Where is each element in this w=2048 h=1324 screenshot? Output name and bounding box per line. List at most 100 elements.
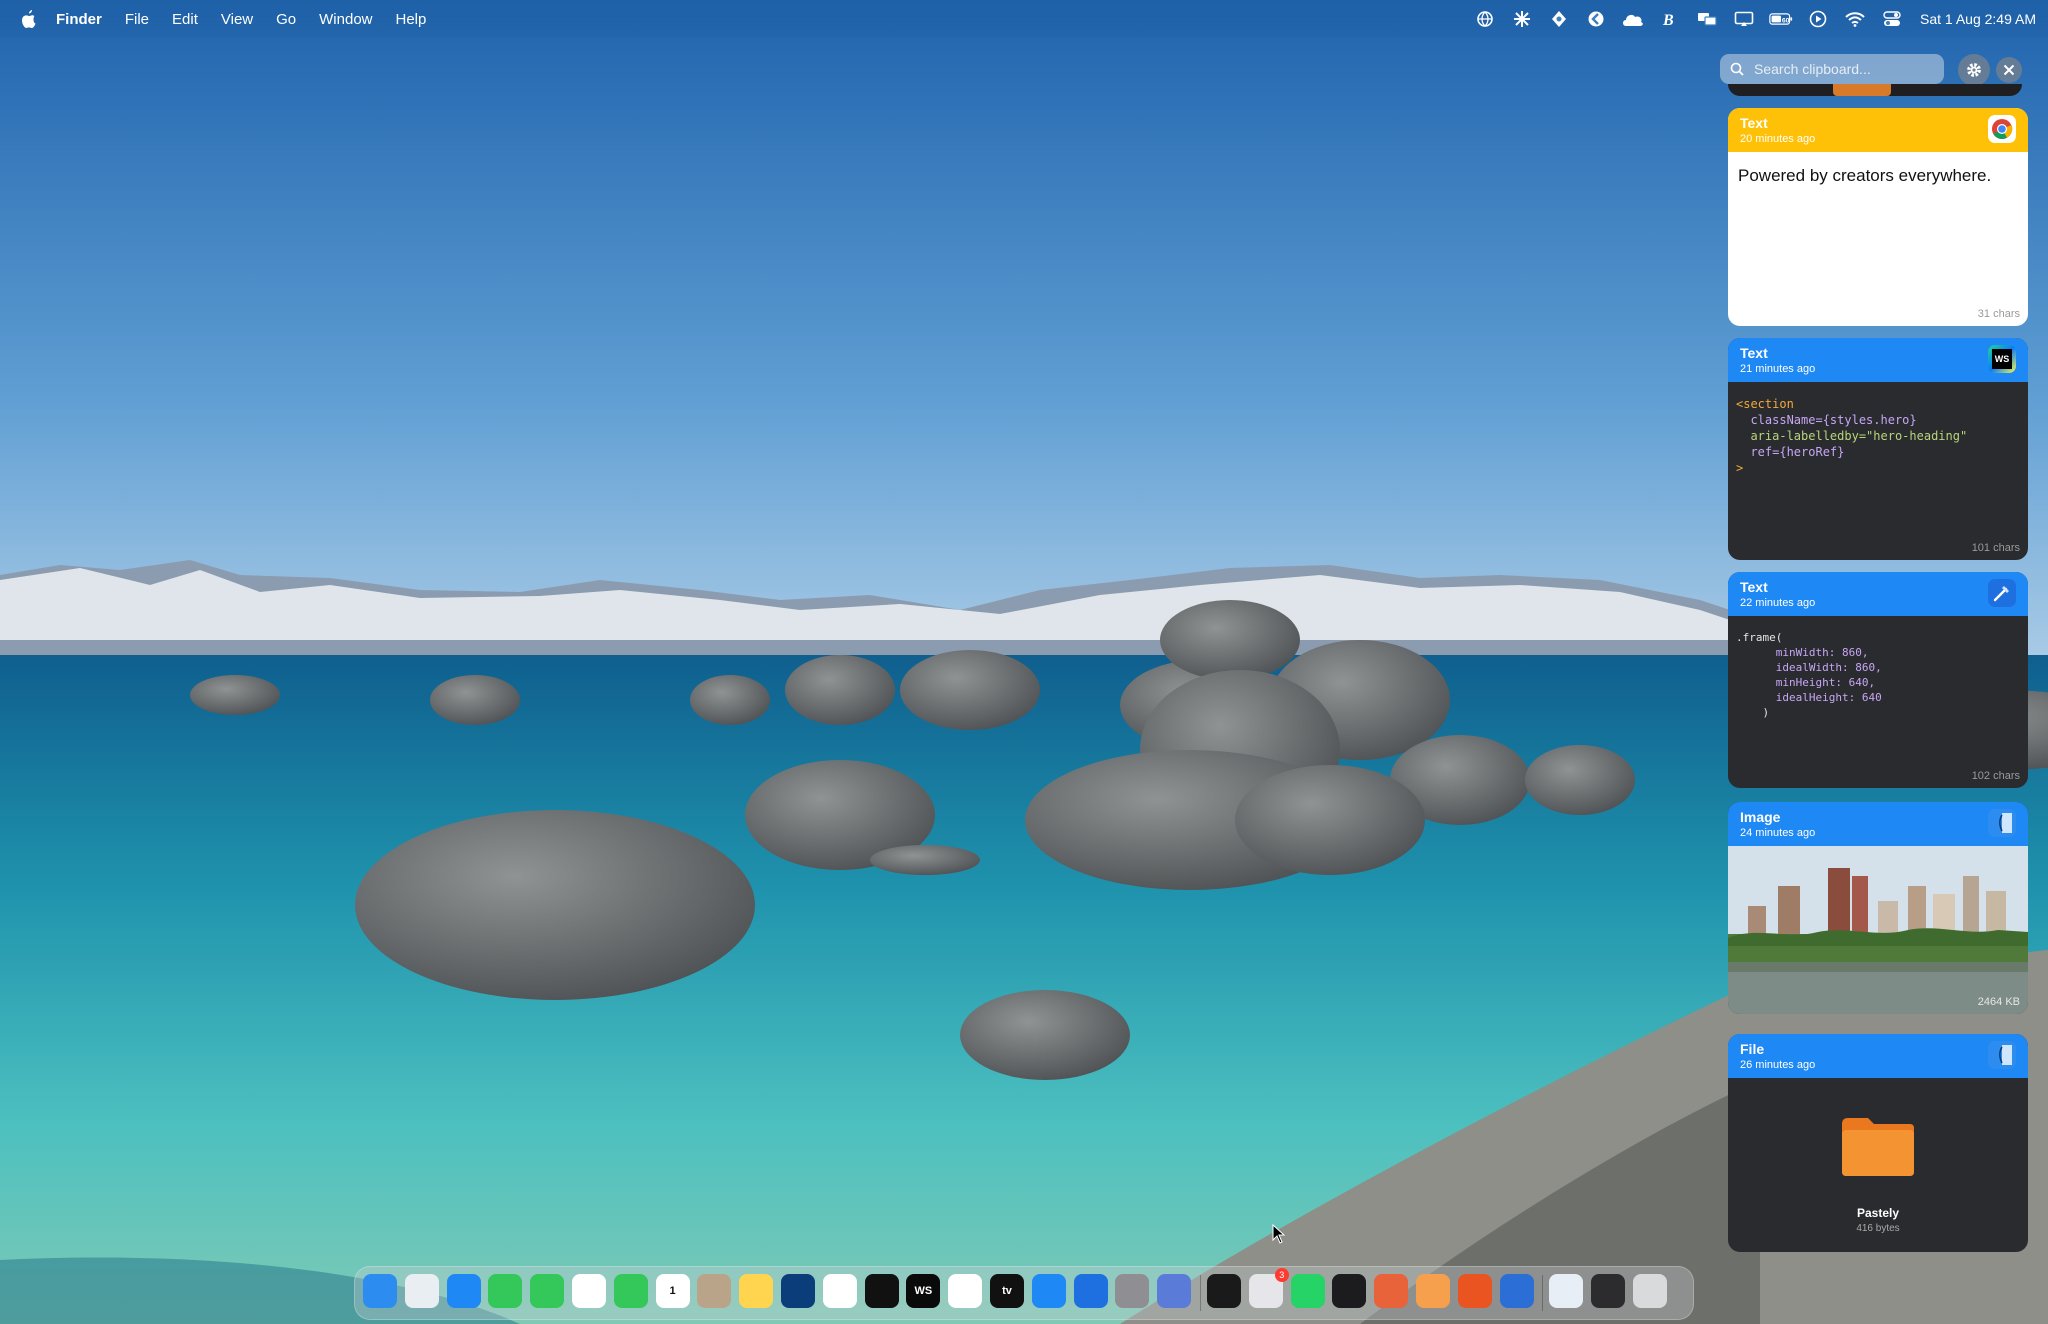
folder-icon [1842, 1118, 1914, 1176]
wifi-icon[interactable] [1843, 7, 1867, 31]
facetime-icon[interactable] [613, 1274, 648, 1308]
control-center-icon[interactable] [1880, 7, 1904, 31]
bartender-icon[interactable]: B [1658, 7, 1682, 31]
notification-badge: 3 [1274, 1268, 1289, 1282]
search-input[interactable] [1752, 60, 1926, 78]
cloud-icon[interactable] [1621, 7, 1645, 31]
card-header: File 26 minutes ago [1728, 1034, 2028, 1078]
safari-icon[interactable] [446, 1274, 481, 1308]
dock: 1 WS tv 3 [354, 1266, 1694, 1320]
menu-view[interactable]: View [221, 11, 253, 28]
search-icon [1730, 62, 1744, 76]
settings-icon[interactable] [1115, 1274, 1150, 1308]
window-manager-icon[interactable] [1591, 1274, 1626, 1308]
clipboard-item[interactable]: Text 20 minutes ago Powered by creators … [1728, 108, 2028, 326]
location-icon[interactable] [1547, 7, 1571, 31]
webstorm-icon[interactable]: WS [906, 1274, 941, 1308]
menu-file[interactable]: File [125, 11, 149, 28]
item-time: 24 minutes ago [1740, 827, 1816, 839]
claude-icon[interactable] [1374, 1274, 1409, 1308]
close-button[interactable] [1996, 57, 2022, 83]
globe-icon[interactable] [1473, 7, 1497, 31]
clipboard-item[interactable]: File 26 minutes ago Pastely 416 bytes [1728, 1034, 2028, 1252]
messages-icon[interactable] [530, 1274, 565, 1308]
cloudflare-icon[interactable] [1416, 1274, 1450, 1308]
menu-bar-clock[interactable]: Sat 1 Aug 2:49 AM [1920, 11, 2036, 27]
word-icon[interactable] [1499, 1274, 1534, 1308]
menu-window[interactable]: Window [319, 11, 372, 28]
phone-icon[interactable] [488, 1274, 523, 1308]
clipboard-search[interactable] [1720, 54, 1944, 84]
shortcuts-icon[interactable]: 3 [1248, 1268, 1289, 1308]
svg-text:60: 60 [1782, 17, 1790, 24]
clipboard-panel: Text 20 minutes ago Powered by creators … [1720, 48, 2032, 1288]
item-time: 22 minutes ago [1740, 597, 1816, 609]
item-type: Text [1740, 115, 1768, 131]
item-type: File [1740, 1041, 1765, 1057]
svg-text:B: B [1662, 12, 1674, 28]
simulator-icon[interactable] [1157, 1274, 1192, 1308]
menu-edit[interactable]: Edit [172, 11, 198, 28]
apple-menu-icon[interactable] [18, 10, 40, 28]
finder-icon[interactable] [363, 1274, 397, 1308]
kite-icon[interactable] [1584, 7, 1608, 31]
status-menu: B 60 Sat 1 Aug 2:49 AM [1460, 0, 2036, 38]
notes-icon[interactable] [739, 1274, 774, 1308]
menu-go[interactable]: Go [276, 11, 296, 28]
file-size: 416 bytes [1856, 1223, 1900, 1234]
instruments-icon[interactable] [948, 1274, 983, 1308]
item-time: 26 minutes ago [1740, 1059, 1816, 1071]
play-icon[interactable] [1806, 7, 1830, 31]
dock-icon-label: 1 [669, 1285, 676, 1297]
menu-app-name[interactable]: Finder [56, 11, 102, 28]
chrome-icon [1988, 115, 2016, 143]
sparkle-icon[interactable] [1510, 7, 1534, 31]
gear-icon [1967, 63, 1981, 77]
card-body: Pastely 416 bytes [1728, 1078, 2028, 1252]
preview-icon[interactable] [1549, 1274, 1584, 1308]
finder-icon [1988, 809, 2016, 837]
item-time: 21 minutes ago [1740, 363, 1816, 375]
card-body: .frame( minWidth: 860, idealWidth: 860, … [1728, 616, 2028, 788]
contacts-icon[interactable] [697, 1274, 732, 1308]
close-icon [2003, 64, 2015, 76]
screen-mirroring-icon[interactable] [1732, 7, 1756, 31]
freeform-icon[interactable] [781, 1274, 815, 1308]
menu-help[interactable]: Help [396, 11, 427, 28]
displays-icon[interactable] [1695, 7, 1719, 31]
clipboard-item[interactable]: Text 22 minutes ago .frame( minWidth: 86… [1728, 572, 2028, 788]
xcode-icon[interactable] [1073, 1274, 1108, 1308]
chrome-icon[interactable] [822, 1274, 857, 1308]
card-body: <section className={styles.hero} aria-la… [1728, 382, 2028, 560]
item-type: Text [1740, 579, 1768, 595]
calendar-icon[interactable]: 1 [655, 1274, 690, 1308]
battery-icon[interactable]: 60 [1769, 7, 1793, 31]
menu-bar: Finder File Edit View Go Window Help B 6… [0, 0, 2048, 38]
terminal-icon[interactable] [1332, 1274, 1367, 1308]
settings-button[interactable] [1958, 54, 1990, 86]
clipboard-item-partial[interactable] [1728, 84, 2022, 96]
trash-icon[interactable] [1633, 1274, 1667, 1308]
clipboard-item[interactable]: Image 24 minutes ago 2464 KB [1728, 802, 2028, 1014]
card-header: Text 22 minutes ago [1728, 572, 2028, 616]
item-time: 20 minutes ago [1740, 133, 1816, 145]
app-store-icon[interactable] [1031, 1274, 1066, 1308]
char-count: 102 chars [1971, 770, 2020, 782]
launchpad-icon[interactable] [404, 1274, 439, 1308]
file-size: 2464 KB [1977, 996, 2020, 1008]
spotify-icon[interactable] [864, 1274, 899, 1308]
finder-icon [1988, 1041, 2016, 1069]
clip-text: Powered by creators everywhere. [1738, 166, 1992, 185]
mouse-cursor [1272, 1224, 1286, 1244]
photos-icon[interactable] [572, 1274, 606, 1308]
card-body: Powered by creators everywhere. 31 chars [1728, 152, 2028, 326]
robot-icon[interactable] [1207, 1274, 1241, 1308]
tv-icon[interactable]: tv [990, 1274, 1024, 1308]
clipboard-item[interactable]: Text 21 minutes ago WS <section classNam… [1728, 338, 2028, 560]
ubuntu-icon[interactable] [1457, 1274, 1492, 1308]
card-body: 2464 KB [1728, 846, 2028, 1014]
code-snippet: <section className={styles.hero} aria-la… [1736, 397, 1968, 475]
whatsapp-icon[interactable] [1290, 1274, 1325, 1308]
dock-separator [1200, 1275, 1201, 1311]
dock-separator [1542, 1275, 1544, 1311]
